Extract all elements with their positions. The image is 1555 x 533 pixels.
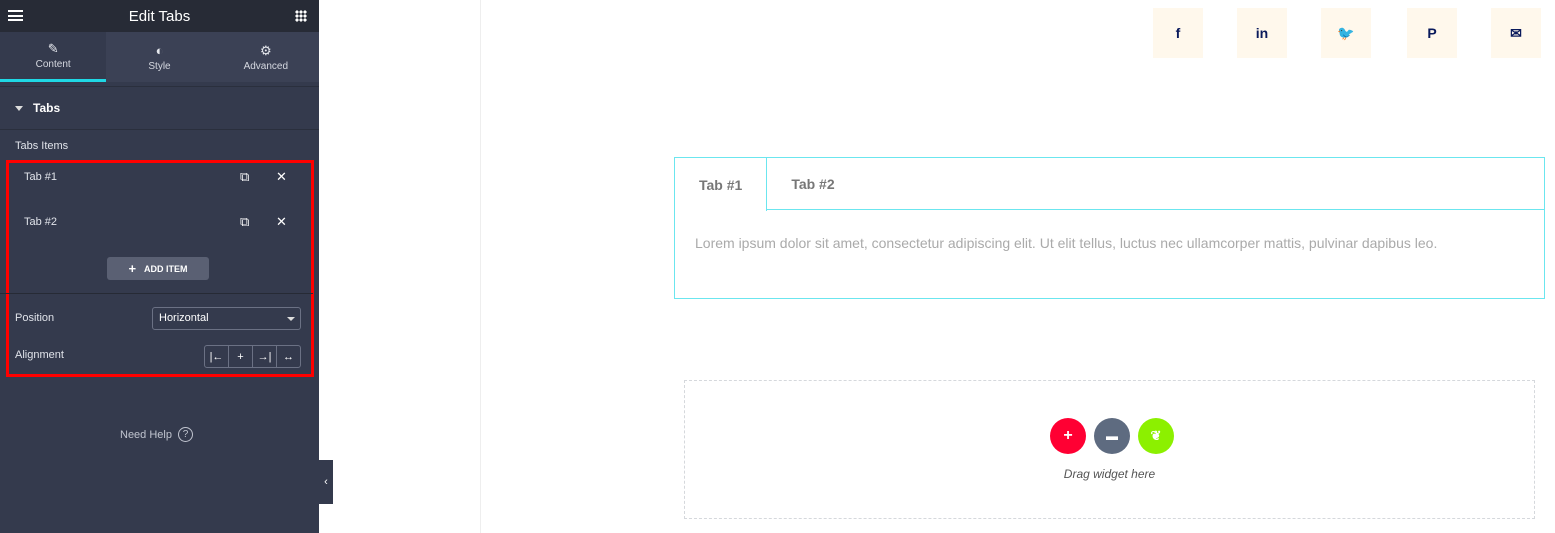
collapse-panel-button[interactable]: ‹ — [319, 460, 333, 504]
pinterest-icon[interactable]: P — [1407, 8, 1457, 58]
pencil-icon: ✎ — [47, 41, 59, 56]
tab-content-text: Lorem ipsum dolor sit amet, consectetur … — [695, 235, 1438, 251]
need-help-link[interactable]: Need Help? — [120, 427, 193, 442]
widget-tab-2[interactable]: Tab #2 — [767, 158, 858, 209]
repeater-item[interactable]: Tab #1 ⧉ ✕ — [24, 169, 294, 185]
tabs-header: Tab #1 Tab #2 — [675, 158, 1544, 211]
email-icon[interactable]: ✉ — [1491, 8, 1541, 58]
twitter-icon[interactable]: 🐦 — [1321, 8, 1371, 58]
repeater-item[interactable]: Tab #2 ⧉ ✕ — [24, 214, 294, 230]
close-icon[interactable]: ✕ — [276, 214, 287, 230]
panel-header: Edit Tabs — [0, 0, 319, 32]
align-end-icon[interactable]: →| — [253, 346, 277, 367]
position-select[interactable]: Horizontal — [152, 307, 301, 330]
item-title: Tab #2 — [24, 216, 58, 228]
add-item-label: ADD ITEM — [144, 263, 188, 274]
drop-zone-text: Drag widget here — [1063, 467, 1156, 481]
drop-zone[interactable]: + ▬ ❦ Drag widget here — [684, 380, 1535, 519]
tab-label: Advanced — [243, 60, 289, 72]
tabs-widget: Tab #1 Tab #2 Lorem ipsum dolor sit amet… — [674, 157, 1545, 299]
widget-tab-1[interactable]: Tab #1 — [675, 158, 768, 211]
duplicate-icon[interactable]: ⧉ — [240, 214, 249, 230]
gear-icon: ⚙ — [259, 42, 272, 58]
close-icon[interactable]: ✕ — [276, 169, 287, 185]
panel-title: Edit Tabs — [128, 7, 191, 25]
tab-label: Style — [148, 60, 171, 72]
facebook-icon[interactable]: f — [1153, 8, 1203, 58]
tab-advanced[interactable]: ⚙ Advanced — [213, 32, 319, 82]
tab-content[interactable]: ✎ Content — [0, 32, 107, 82]
kit-button[interactable]: ❦ — [1138, 418, 1174, 454]
alignment-label: Alignment — [15, 349, 64, 361]
widgets-grid-icon[interactable] — [295, 10, 307, 22]
position-label: Position — [15, 312, 55, 324]
page-boundary — [480, 0, 481, 533]
alignment-control: |← + →| ↔ — [204, 345, 301, 368]
position-value: Horizontal — [159, 312, 209, 324]
help-label: Need Help — [120, 428, 172, 441]
tab-label: Content — [35, 59, 71, 70]
section-title: Tabs — [33, 101, 61, 115]
duplicate-icon[interactable]: ⧉ — [240, 169, 249, 185]
contrast-icon: ◐ — [155, 42, 164, 58]
hamburger-menu-icon[interactable] — [8, 10, 23, 21]
panel-tabs: ✎ Content ◐ Style ⚙ Advanced — [0, 32, 319, 82]
caret-down-icon — [15, 105, 23, 111]
editor-panel: Edit Tabs ✎ Content ◐ Style ⚙ Advanced Tabs… — [0, 0, 319, 533]
tabs-items-label: Tabs Items — [15, 140, 69, 152]
align-start-icon[interactable]: |← — [205, 346, 229, 367]
add-section-button[interactable]: + — [1050, 418, 1086, 454]
divider — [0, 293, 313, 294]
plus-icon: + — [128, 261, 137, 276]
section-tabs-toggle[interactable]: Tabs — [0, 86, 319, 130]
linkedin-icon[interactable]: in — [1237, 8, 1287, 58]
align-center-icon[interactable]: + — [229, 346, 253, 367]
question-icon: ? — [177, 427, 193, 442]
align-justify-icon[interactable]: ↔ — [277, 346, 300, 367]
item-title: Tab #1 — [24, 171, 58, 183]
tab-style[interactable]: ◐ Style — [106, 32, 212, 82]
template-library-button[interactable]: ▬ — [1094, 418, 1130, 454]
add-item-button[interactable]: + ADD ITEM — [107, 257, 209, 280]
chevron-down-icon — [287, 317, 295, 321]
